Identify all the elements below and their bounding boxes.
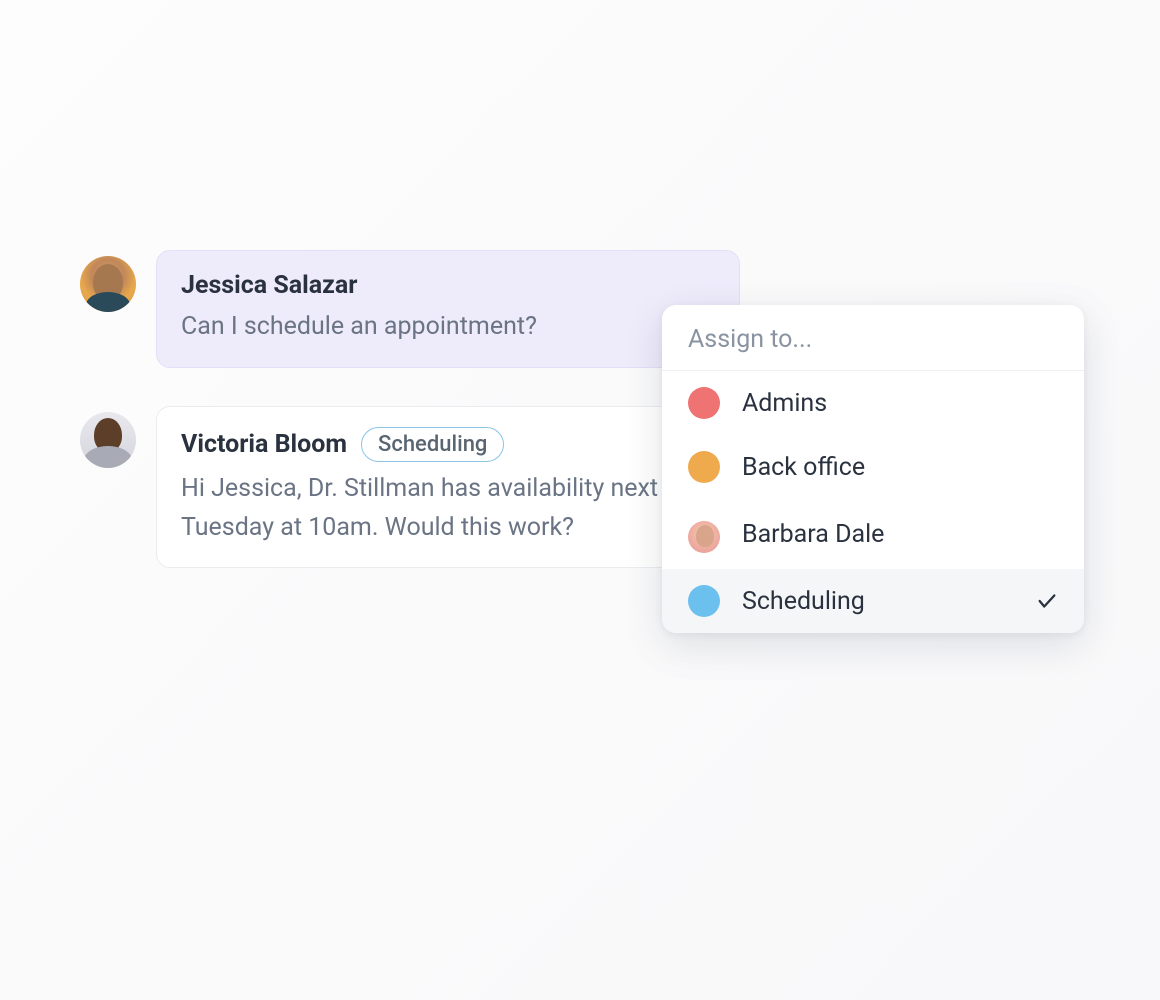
dropdown-item-barbara-dale[interactable]: Barbara Dale: [662, 499, 1084, 569]
dropdown-item-scheduling[interactable]: Scheduling: [662, 569, 1084, 633]
sender-name: Jessica Salazar: [181, 271, 357, 300]
dropdown-item-label: Admins: [742, 389, 1058, 418]
message-bubble[interactable]: Victoria Bloom Scheduling Hi Jessica, Dr…: [156, 406, 740, 569]
dropdown-item-label: Back office: [742, 453, 1058, 482]
avatar[interactable]: [80, 256, 136, 312]
chat-thread: Jessica Salazar Can I schedule an appoin…: [80, 250, 740, 606]
sender-name: Victoria Bloom: [181, 430, 347, 459]
color-dot-icon: [688, 387, 720, 419]
message-row[interactable]: Jessica Salazar Can I schedule an appoin…: [80, 250, 740, 368]
dropdown-item-back-office[interactable]: Back office: [662, 435, 1084, 499]
dropdown-item-label: Barbara Dale: [742, 520, 1058, 549]
message-text: Can I schedule an appointment?: [181, 308, 715, 347]
message-row[interactable]: Victoria Bloom Scheduling Hi Jessica, Dr…: [80, 406, 740, 569]
dropdown-item-label: Scheduling: [742, 587, 1014, 616]
check-icon: [1036, 590, 1058, 612]
message-header: Victoria Bloom Scheduling: [181, 427, 715, 462]
avatar: [688, 521, 720, 553]
assign-dropdown[interactable]: Assign to... Admins Back office Barbara …: [662, 305, 1084, 633]
avatar[interactable]: [80, 412, 136, 468]
message-text: Hi Jessica, Dr. Stillman has availabilit…: [181, 470, 715, 548]
color-dot-icon: [688, 451, 720, 483]
message-bubble[interactable]: Jessica Salazar Can I schedule an appoin…: [156, 250, 740, 368]
tag-scheduling[interactable]: Scheduling: [361, 427, 504, 462]
message-header: Jessica Salazar: [181, 271, 715, 300]
dropdown-title: Assign to...: [662, 305, 1084, 371]
color-dot-icon: [688, 585, 720, 617]
dropdown-item-admins[interactable]: Admins: [662, 371, 1084, 435]
